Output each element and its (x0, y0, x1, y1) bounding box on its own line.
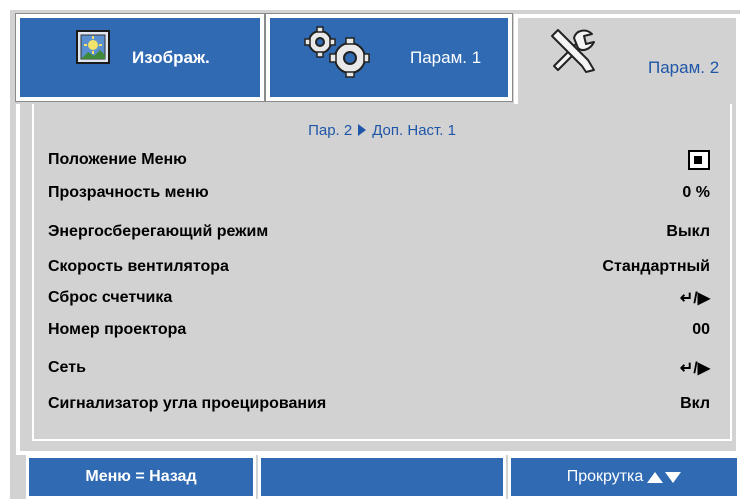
tools-icon (546, 26, 598, 83)
row-value: 0 % (682, 184, 710, 201)
breadcrumb-parent: Пар. 2 (308, 122, 353, 139)
row-label: Прозрачность меню (48, 184, 209, 201)
tab-label: Изображ. (132, 48, 210, 67)
row-value: Вкл (680, 395, 710, 412)
row-value: 00 (692, 321, 710, 338)
row-label: Сеть (48, 359, 86, 376)
menu-row-menu-transparency[interactable]: Прозрачность меню 0 % (48, 181, 710, 205)
arrow-up-icon (647, 471, 664, 483)
menu-row-menu-position[interactable]: Положение Меню (48, 148, 710, 172)
row-value: Стандартный (602, 258, 710, 275)
footer-back-label: Меню = Назад (85, 468, 197, 485)
breadcrumb: Пар. 2 Доп. Наст. 1 (34, 122, 730, 139)
row-value: Выкл (666, 223, 710, 240)
tab-label: Парам. 1 (410, 48, 482, 67)
gears-icon (304, 26, 370, 83)
enter-arrow-icon: ↵/▶ (679, 360, 710, 377)
scroll-hint: Прокрутка (508, 455, 740, 499)
tab-param-1[interactable]: Парам. 1 (265, 13, 513, 102)
back-hint: Меню = Назад (26, 455, 256, 499)
tab-label: Парам. 2 (648, 58, 720, 77)
row-label: Сигнализатор угла проецирования (48, 395, 327, 412)
row-label: Скорость вентилятора (48, 258, 229, 275)
arrow-down-icon (665, 471, 682, 483)
enter-arrow-icon: ↵/▶ (679, 290, 710, 307)
row-label: Положение Меню (48, 151, 187, 168)
tab-param-2[interactable]: Парам. 2 (514, 14, 740, 107)
breadcrumb-current: Доп. Наст. 1 (372, 122, 456, 139)
image-icon (76, 30, 110, 69)
menu-row-projector-id[interactable]: Номер проектора 00 (48, 318, 710, 342)
breadcrumb-arrow-icon (358, 124, 367, 136)
tab-image[interactable]: Изображ. (15, 13, 265, 102)
menu-row-power-saving[interactable]: Энергосберегающий режим Выкл (48, 220, 710, 244)
row-label: Энергосберегающий режим (48, 223, 269, 240)
footer-scroll-label: Прокрутка (566, 468, 644, 485)
menu-row-reset-counter[interactable]: Сброс счетчика ↵/▶ (48, 286, 710, 310)
footer-middle (258, 455, 506, 499)
menu-row-angle-alarm[interactable]: Сигнализатор угла проецирования Вкл (48, 392, 710, 416)
menu-row-network[interactable]: Сеть ↵/▶ (48, 356, 710, 380)
menu-row-fan-speed[interactable]: Скорость вентилятора Стандартный (48, 255, 710, 279)
row-label: Сброс счетчика (48, 289, 173, 306)
row-label: Номер проектора (48, 321, 187, 338)
menu-position-icon (688, 150, 710, 170)
